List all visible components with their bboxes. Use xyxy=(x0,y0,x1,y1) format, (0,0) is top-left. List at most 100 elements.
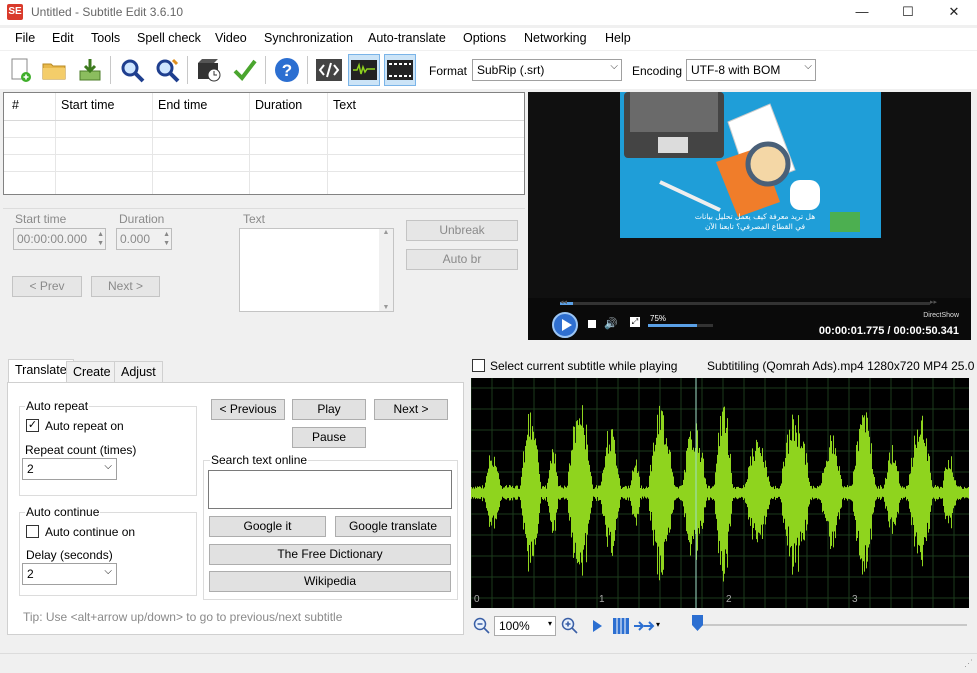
tab-create[interactable]: Create xyxy=(66,361,118,382)
waveform-canvas[interactable] xyxy=(470,378,969,608)
free-dictionary-button[interactable]: The Free Dictionary xyxy=(209,544,451,565)
start-time-label: Start time xyxy=(15,212,67,226)
menu-tools[interactable]: Tools xyxy=(91,31,120,45)
auto-br-button[interactable]: Auto br xyxy=(406,249,518,270)
text-scrollbar[interactable]: ▲ ▼ xyxy=(379,229,393,311)
visual-sync-icon[interactable] xyxy=(193,54,225,86)
repeat-count-select[interactable]: 2 ⌵ xyxy=(22,458,117,480)
delay-select[interactable]: 2 ⌵ xyxy=(22,563,117,585)
prev-button[interactable]: < Prev xyxy=(12,276,82,297)
spin-arrows-icon[interactable]: ▲ ▼ xyxy=(97,230,104,248)
new-file-icon[interactable] xyxy=(4,54,36,86)
subtitle-text-area[interactable]: ▲ ▼ xyxy=(239,228,394,312)
encoding-select[interactable]: UTF-8 with BOM ⌵ xyxy=(686,59,816,81)
app-icon: SE xyxy=(7,4,23,20)
play-subtitle-button[interactable]: Play xyxy=(292,399,366,420)
zoom-in-icon[interactable] xyxy=(561,617,579,635)
video-toggle-icon[interactable] xyxy=(384,54,416,86)
column-start-time[interactable]: Start time xyxy=(61,98,115,112)
play-button[interactable] xyxy=(552,312,578,338)
chevron-down-icon: ⌵ xyxy=(804,61,812,72)
video-seek-bar[interactable] xyxy=(560,302,930,305)
next-subtitle-button[interactable]: Next > xyxy=(374,399,448,420)
menu-options[interactable]: Options xyxy=(463,31,506,45)
fullscreen-icon[interactable]: ⤢ xyxy=(630,317,640,327)
menu-bar: File Edit Tools Spell check Video Synchr… xyxy=(0,28,977,50)
previous-button[interactable]: < Previous xyxy=(211,399,285,420)
waveform-tick-label: 3 xyxy=(852,594,858,605)
chevron-down-icon: ⌵ xyxy=(104,566,112,577)
google-it-button[interactable]: Google it xyxy=(209,516,326,537)
auto-continue-on-label: Auto continue on xyxy=(45,525,136,539)
tab-translate[interactable]: Translate xyxy=(8,359,74,383)
play-icon xyxy=(562,319,572,331)
menu-synchronization[interactable]: Synchronization xyxy=(264,31,353,45)
subtitle-grid[interactable]: # Start time End time Duration Text xyxy=(3,92,525,195)
zoom-out-icon[interactable] xyxy=(473,617,491,635)
rewind-icon[interactable]: ◂◂ xyxy=(560,298,567,306)
volume-slider[interactable] xyxy=(648,324,713,327)
find-icon[interactable] xyxy=(116,54,148,86)
auto-continue-checkbox[interactable] xyxy=(26,525,39,538)
spell-check-icon[interactable] xyxy=(229,54,261,86)
unbreak-button[interactable]: Unbreak xyxy=(406,220,518,241)
window-title: Untitled - Subtitle Edit 3.6.10 xyxy=(31,5,184,19)
menu-spell-check[interactable]: Spell check xyxy=(137,31,201,45)
column-end-time[interactable]: End time xyxy=(158,98,207,112)
goto-next-icon[interactable] xyxy=(633,618,655,634)
help-icon[interactable]: ? xyxy=(271,54,303,86)
renderer-label: DirectShow xyxy=(923,312,959,319)
wikipedia-button[interactable]: Wikipedia xyxy=(209,571,451,592)
minimize-button[interactable]: — xyxy=(839,0,885,25)
pause-button[interactable]: Pause xyxy=(292,427,366,448)
video-subtitle: هل تريد معرفة كيف يعمل تحليل بيانات في ا… xyxy=(694,212,816,231)
menu-networking[interactable]: Networking xyxy=(524,31,587,45)
select-current-subtitle-checkbox[interactable] xyxy=(472,359,485,372)
start-time-input[interactable]: 00:00:00.000 ▲ ▼ xyxy=(13,228,106,250)
volume-icon[interactable]: 🔊 xyxy=(604,317,618,330)
resize-grip-icon[interactable]: ⋰ xyxy=(964,658,973,669)
volume-percent: 75% xyxy=(650,314,667,323)
auto-repeat-checkbox[interactable]: ✓ xyxy=(26,419,39,432)
waveform-position-slider[interactable] xyxy=(697,624,967,626)
spectrogram-icon[interactable] xyxy=(612,617,630,635)
chevron-down-icon[interactable]: ▾ xyxy=(656,620,660,629)
format-select[interactable]: SubRip (.srt) ⌵ xyxy=(472,59,622,81)
column-text[interactable]: Text xyxy=(333,98,356,112)
spin-arrows-icon[interactable]: ▲ ▼ xyxy=(163,230,170,248)
menu-file[interactable]: File xyxy=(15,31,35,45)
status-bar: ⋰ xyxy=(0,653,977,673)
repeat-count-label: Repeat count (times) xyxy=(25,443,137,457)
replace-icon[interactable] xyxy=(151,54,183,86)
column-number[interactable]: # xyxy=(12,98,19,112)
play-selection-icon[interactable] xyxy=(591,619,603,633)
duration-label: Duration xyxy=(119,212,165,226)
waveform-toggle-icon[interactable] xyxy=(348,54,380,86)
open-folder-icon[interactable] xyxy=(38,54,70,86)
chevron-down-icon: ▾ xyxy=(547,619,552,628)
search-text-input[interactable] xyxy=(208,470,452,509)
menu-video[interactable]: Video xyxy=(215,31,247,45)
waveform-signal xyxy=(471,405,969,582)
menu-edit[interactable]: Edit xyxy=(52,31,74,45)
tab-adjust[interactable]: Adjust xyxy=(114,361,163,382)
toolbar: ? Format SubRip (.srt) ⌵ Encoding UTF-8 w… xyxy=(0,51,977,89)
source-view-icon[interactable] xyxy=(313,54,345,86)
google-translate-button[interactable]: Google translate xyxy=(335,516,451,537)
forward-icon[interactable]: ▸▸ xyxy=(930,298,937,306)
search-online-label: Search text online xyxy=(210,453,309,467)
menu-help[interactable]: Help xyxy=(605,31,631,45)
zoom-select[interactable]: 100% ▾ xyxy=(494,616,556,636)
duration-input[interactable]: 0.000 ▲ ▼ xyxy=(116,228,172,250)
auto-continue-group-label: Auto continue xyxy=(25,505,101,519)
maximize-button[interactable]: ☐ xyxy=(885,0,931,25)
save-download-icon[interactable] xyxy=(74,54,106,86)
svg-text:?: ? xyxy=(282,61,292,80)
waveform[interactable]: 0 1 2 3 xyxy=(470,378,969,608)
stop-icon[interactable] xyxy=(588,320,596,328)
next-button[interactable]: Next > xyxy=(91,276,160,297)
close-button[interactable]: ✕ xyxy=(931,0,977,25)
waveform-position-thumb[interactable] xyxy=(692,615,703,631)
column-duration[interactable]: Duration xyxy=(255,98,302,112)
menu-auto-translate[interactable]: Auto-translate xyxy=(368,31,446,45)
